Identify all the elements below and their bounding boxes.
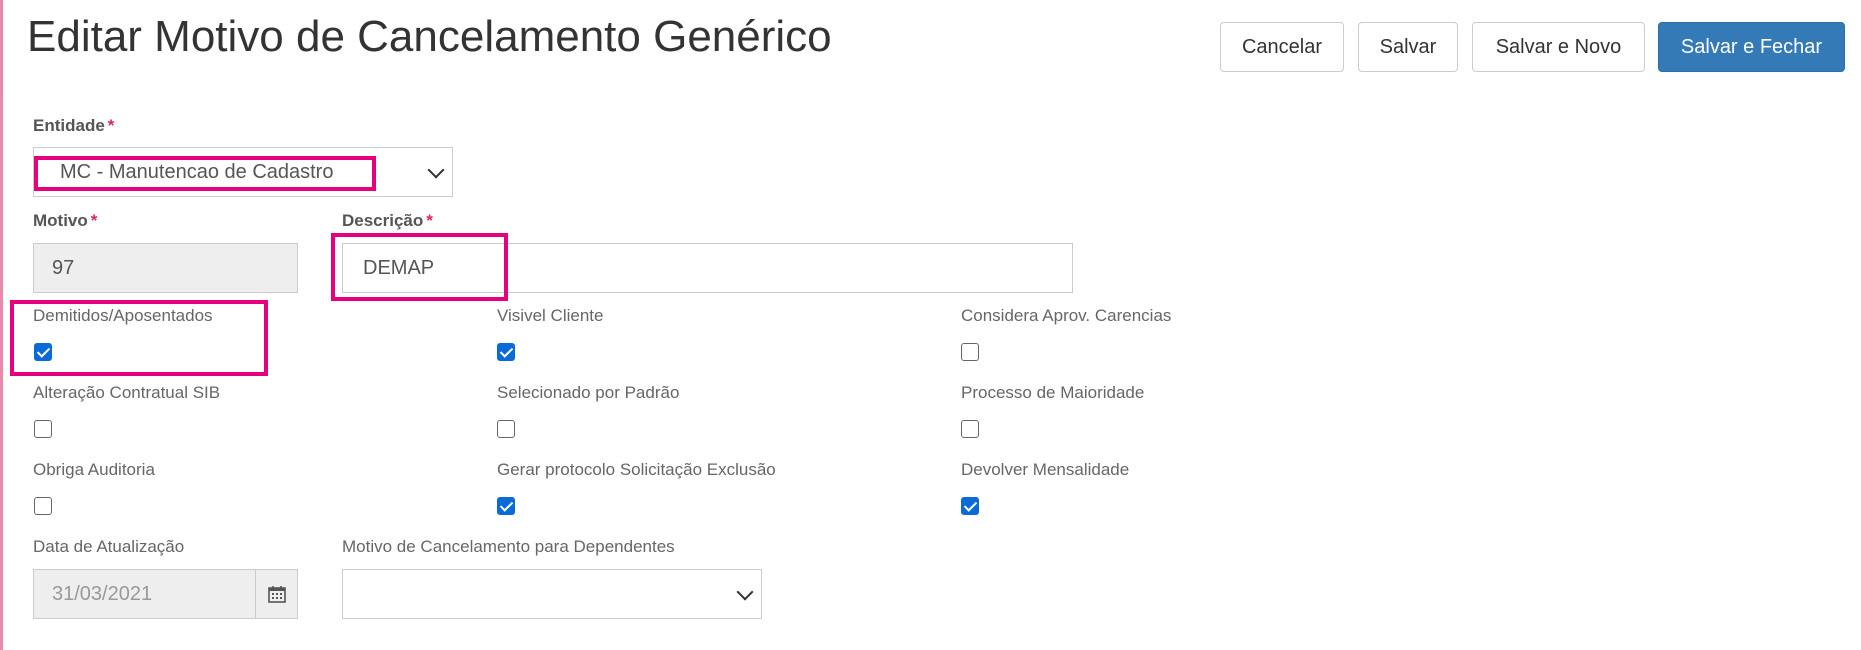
page-header: Editar Motivo de Cancelamento Genérico C… (3, 0, 1861, 94)
demitidos-aposentados-checkbox[interactable] (34, 343, 52, 361)
cancel-button[interactable]: Cancelar (1220, 22, 1344, 72)
demitidos-aposentados-label: Demitidos/Aposentados (33, 306, 213, 325)
data-atualizacao-label: Data de Atualização (33, 537, 185, 556)
entidade-value: MC - Manutencao de Cadastro (60, 160, 334, 183)
descricao-input[interactable]: DEMAP (342, 243, 1073, 293)
descricao-value: DEMAP (363, 256, 435, 279)
save-and-new-button[interactable]: Salvar e Novo (1472, 22, 1645, 72)
descricao-label: Descrição * (342, 211, 433, 230)
selecionado-por-padrao-label: Selecionado por Padrão (497, 383, 680, 402)
obriga-auditoria-label: Obriga Auditoria (33, 460, 155, 479)
form-body: Entidade * MC - Manutencao de Cadastro Mo… (3, 94, 1861, 650)
visivel-cliente-label: Visivel Cliente (497, 306, 604, 325)
calendar-icon[interactable] (255, 570, 297, 618)
entidade-select[interactable]: MC - Manutencao de Cadastro (33, 147, 453, 197)
entidade-label: Entidade * (33, 116, 115, 135)
obriga-auditoria-checkbox[interactable] (34, 497, 52, 515)
devolver-mensalidade-checkbox[interactable] (961, 497, 979, 515)
motivo-label: Motivo * (33, 211, 98, 230)
considera-aprov-carencias-checkbox[interactable] (961, 343, 979, 361)
visivel-cliente-checkbox[interactable] (497, 343, 515, 361)
motivo-input[interactable]: 97 (33, 243, 298, 293)
motivo-value: 97 (52, 256, 75, 279)
page-title: Editar Motivo de Cancelamento Genérico (27, 12, 832, 61)
alteracao-contratual-sib-label: Alteração Contratual SIB (33, 383, 221, 402)
chevron-down-icon (736, 583, 754, 601)
motivo-dependentes-select[interactable] (342, 569, 762, 619)
devolver-mensalidade-label: Devolver Mensalidade (961, 460, 1130, 479)
selecionado-por-padrao-checkbox[interactable] (497, 420, 515, 438)
alteracao-contratual-sib-checkbox[interactable] (34, 420, 52, 438)
save-button[interactable]: Salvar (1358, 22, 1458, 72)
motivo-dependentes-label: Motivo de Cancelamento para Dependentes (342, 537, 675, 556)
considera-aprov-carencias-label: Considera Aprov. Carencias (961, 306, 1172, 325)
save-and-close-button[interactable]: Salvar e Fechar (1658, 22, 1845, 72)
gerar-protocolo-label: Gerar protocolo Solicitação Exclusão (497, 460, 776, 479)
chevron-down-icon (427, 161, 445, 179)
gerar-protocolo-checkbox[interactable] (497, 497, 515, 515)
data-atualizacao-value: 31/03/2021 (52, 582, 153, 605)
processo-de-maioridade-checkbox[interactable] (961, 420, 979, 438)
processo-de-maioridade-label: Processo de Maioridade (961, 383, 1145, 402)
data-atualizacao-input[interactable]: 31/03/2021 (33, 569, 298, 619)
